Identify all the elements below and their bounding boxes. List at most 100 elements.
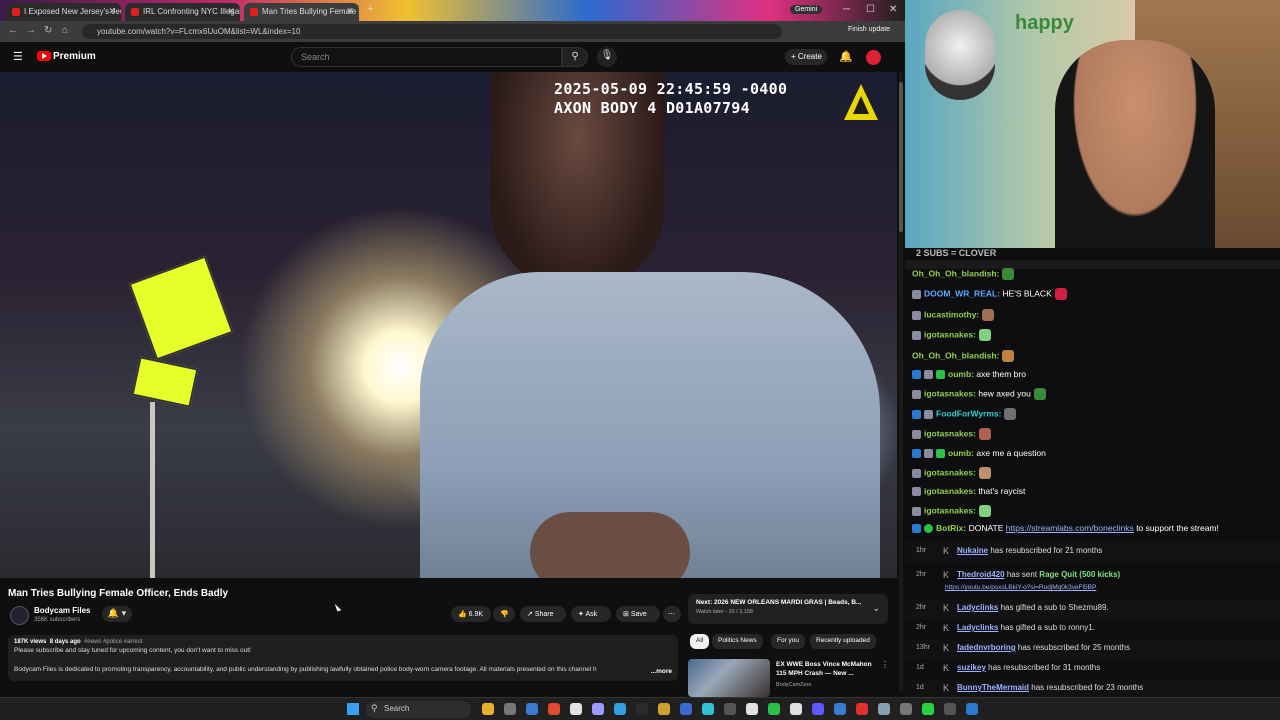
event-username[interactable]: Nukaine bbox=[957, 546, 988, 555]
chat-username[interactable]: DOOM_WR_REAL: bbox=[924, 288, 1000, 298]
like-button[interactable]: 👍 6.9K bbox=[451, 606, 491, 622]
chat-username[interactable]: BotRix: bbox=[936, 523, 966, 533]
chat-username[interactable]: igotasnakes: bbox=[924, 505, 976, 515]
create-button[interactable]: + Create bbox=[785, 49, 827, 65]
taskbar-app-icon[interactable] bbox=[900, 703, 912, 715]
playlist-panel[interactable]: Next: 2026 NEW ORLEANS MARDI GRAS | Bead… bbox=[688, 594, 888, 624]
chat-username[interactable]: lucastimothy: bbox=[924, 309, 979, 319]
youtube-brand[interactable]: Premium bbox=[53, 51, 96, 62]
taskbar-app-icon[interactable] bbox=[658, 703, 670, 715]
video-description[interactable]: 187K views 8 days ago #news #police #arr… bbox=[8, 635, 678, 681]
event-username[interactable]: fadednvrboring bbox=[957, 643, 1016, 652]
chat-message-botrix: BotRix: DONATE https://streamlabs.com/bo… bbox=[912, 523, 1219, 534]
share-button[interactable]: ↗ Share bbox=[520, 606, 566, 622]
browser-tab-3[interactable]: Man Tries Bullying Female O ✕ bbox=[244, 3, 359, 21]
chevron-down-icon[interactable]: ⌄ bbox=[872, 603, 880, 614]
search-input[interactable]: Search bbox=[291, 47, 562, 67]
hashtags[interactable]: #news #police #arrest bbox=[84, 639, 142, 645]
chat-username[interactable]: oumb: bbox=[948, 448, 974, 458]
chip-politics-news[interactable]: Politics News bbox=[712, 634, 763, 649]
more-options-icon[interactable]: ⋮ bbox=[881, 660, 889, 669]
new-tab-icon[interactable]: + bbox=[367, 3, 373, 15]
close-tab-icon[interactable]: ✕ bbox=[227, 6, 235, 17]
subscription-bell-button[interactable]: 🔔 ▾ bbox=[102, 606, 132, 622]
reload-icon[interactable]: ↻ bbox=[44, 25, 52, 36]
recommendation-thumbnail[interactable] bbox=[688, 659, 770, 697]
search-icon[interactable]: ⚲ bbox=[562, 47, 588, 67]
event-link[interactable]: https://youtu.be/psxsLBkiY-o?si=RudjMq0k… bbox=[945, 584, 1096, 591]
ask-button[interactable]: ✦ Ask bbox=[571, 606, 611, 622]
chat-badge-icon bbox=[912, 289, 921, 299]
taskbar-app-icon[interactable] bbox=[548, 703, 560, 715]
taskbar-app-icon[interactable] bbox=[856, 703, 868, 715]
taskbar-app-icon[interactable] bbox=[680, 703, 692, 715]
chip-recently-uploaded[interactable]: Recently uploaded bbox=[810, 634, 876, 649]
finish-update-button[interactable]: Finish update bbox=[848, 26, 890, 33]
taskbar-app-icon[interactable] bbox=[746, 703, 758, 715]
taskbar-app-icon[interactable] bbox=[702, 703, 714, 715]
taskbar-app-icon[interactable] bbox=[636, 703, 648, 715]
dislike-button[interactable]: 👎 bbox=[493, 606, 515, 622]
taskbar-app-icon[interactable] bbox=[878, 703, 890, 715]
taskbar-app-icon[interactable] bbox=[790, 703, 802, 715]
event-username[interactable]: Thedroid420 bbox=[957, 570, 1005, 579]
chat-username[interactable]: igotasnakes: bbox=[924, 486, 976, 496]
chat-username[interactable]: FoodForWyrms: bbox=[936, 408, 1001, 418]
url-field[interactable]: youtube.com/watch?v=FLcmx6UuOM&list=WL&i… bbox=[82, 24, 782, 39]
minimize-icon[interactable]: ─ bbox=[843, 4, 850, 15]
chip-for-you[interactable]: For you bbox=[771, 634, 806, 649]
taskbar-app-icon[interactable] bbox=[504, 703, 516, 715]
hamburger-menu-icon[interactable]: ☰ bbox=[13, 50, 23, 63]
close-tab-icon[interactable]: ✕ bbox=[108, 6, 116, 17]
chip-all[interactable]: All bbox=[690, 634, 710, 649]
chat-username[interactable]: Oh_Oh_Oh_blandish: bbox=[912, 350, 999, 360]
close-window-icon[interactable]: ✕ bbox=[889, 4, 897, 15]
avatar[interactable] bbox=[866, 50, 881, 65]
chat-username[interactable]: Oh_Oh_Oh_blandish: bbox=[912, 268, 999, 278]
taskbar-app-icon[interactable] bbox=[570, 703, 582, 715]
taskbar-app-icon[interactable] bbox=[966, 703, 978, 715]
notifications-bell-icon[interactable]: 🔔 bbox=[839, 50, 853, 63]
taskbar-app-icon[interactable] bbox=[482, 703, 494, 715]
video-player[interactable]: 2025-05-09 22:45:59 -0400 AXON BODY 4 D0… bbox=[0, 72, 897, 578]
channel-name[interactable]: Bodycam Files bbox=[34, 606, 90, 615]
close-tab-icon[interactable]: ✕ bbox=[346, 6, 354, 17]
back-icon[interactable]: ← bbox=[8, 25, 18, 36]
save-button[interactable]: ⊞ Save bbox=[616, 606, 660, 622]
youtube-logo-icon[interactable] bbox=[37, 51, 51, 61]
browser-tab-2[interactable]: IRL Confronting NYC Illegal Sci ✕ bbox=[125, 3, 240, 21]
page-scrollbar[interactable] bbox=[899, 72, 903, 692]
taskbar-app-icon[interactable] bbox=[592, 703, 604, 715]
event-username[interactable]: Ladyclinks bbox=[957, 603, 998, 612]
windows-start-icon[interactable] bbox=[347, 703, 359, 715]
home-icon[interactable]: ⌂ bbox=[62, 25, 68, 36]
chat-username[interactable]: igotasnakes: bbox=[924, 467, 976, 477]
maximize-icon[interactable]: ☐ bbox=[866, 4, 875, 15]
taskbar-app-icon[interactable] bbox=[614, 703, 626, 715]
chat-username[interactable]: igotasnakes: bbox=[924, 388, 976, 398]
microphone-icon[interactable]: 🎙 bbox=[597, 47, 617, 67]
channel-avatar[interactable] bbox=[10, 606, 29, 625]
taskbar-app-icon[interactable] bbox=[724, 703, 736, 715]
browser-tab-1[interactable]: I Exposed New Jersey's Jewish ✕ bbox=[6, 3, 121, 21]
taskbar-app-icon[interactable] bbox=[922, 703, 934, 715]
recommendation-title[interactable]: EX WWE Boss Vince McMahon 115 MPH Crash … bbox=[776, 660, 876, 678]
taskbar-search-input[interactable]: ⚲ Search bbox=[366, 701, 471, 718]
taskbar-app-icon[interactable] bbox=[834, 703, 846, 715]
event-username[interactable]: suzikey bbox=[957, 663, 986, 672]
scrollbar-thumb[interactable] bbox=[899, 82, 903, 232]
forward-icon[interactable]: → bbox=[26, 25, 36, 36]
gemini-button[interactable]: Gemini bbox=[790, 5, 823, 14]
chat-username[interactable]: oumb: bbox=[948, 369, 974, 379]
event-username[interactable]: Ladyclinks bbox=[957, 623, 998, 632]
chat-username[interactable]: igotasnakes: bbox=[924, 428, 976, 438]
more-actions-icon[interactable]: ⋯ bbox=[663, 606, 681, 622]
taskbar-app-icon[interactable] bbox=[768, 703, 780, 715]
event-username[interactable]: BunnyTheMermaid bbox=[957, 683, 1029, 692]
taskbar-app-icon[interactable] bbox=[944, 703, 956, 715]
show-more-link[interactable]: ...more bbox=[651, 668, 672, 675]
donate-link[interactable]: https://streamlabs.com/boneclinks bbox=[1006, 523, 1134, 533]
taskbar-app-icon[interactable] bbox=[812, 703, 824, 715]
taskbar-app-icon[interactable] bbox=[526, 703, 538, 715]
chat-username[interactable]: igotasnakes: bbox=[924, 329, 976, 339]
